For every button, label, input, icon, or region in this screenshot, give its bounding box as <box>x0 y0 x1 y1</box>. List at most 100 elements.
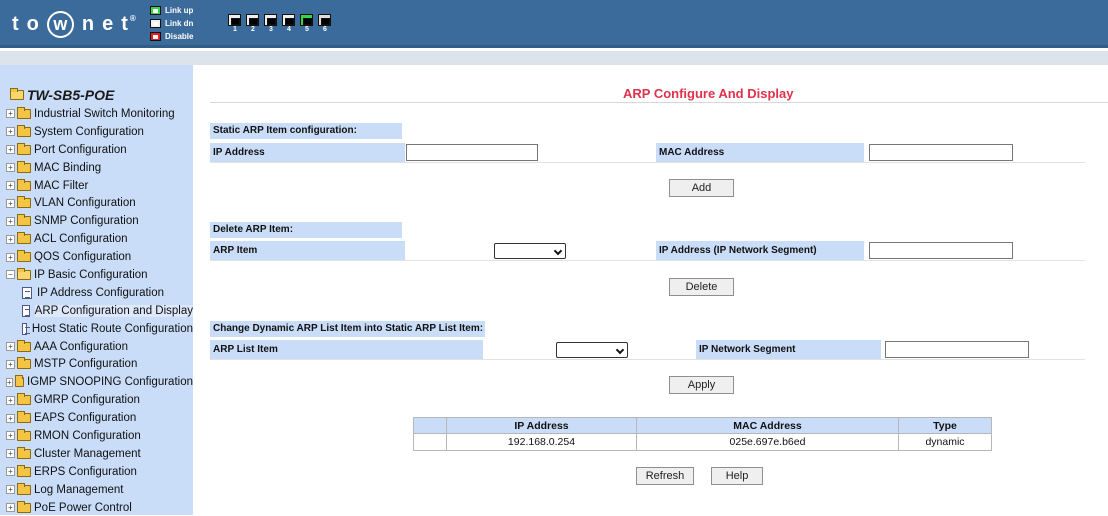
sidebar-item-label: VLAN Configuration <box>34 197 136 210</box>
expand-icon[interactable]: + <box>6 449 15 459</box>
ethernet-port-icon <box>300 14 313 26</box>
sidebar-item-label: PoE Power Control <box>34 501 132 514</box>
expand-icon[interactable]: + <box>6 198 15 208</box>
expand-icon[interactable]: + <box>6 342 15 352</box>
expand-icon[interactable]: + <box>6 431 15 441</box>
port-panel: 1 2 3 4 5 6 <box>228 14 336 34</box>
folder-icon <box>17 142 31 155</box>
sidebar-item-gmrp-configuration[interactable]: + GMRP Configuration <box>0 391 193 409</box>
sidebar-item-ip-address-configuration[interactable]: IP Address Configuration <box>0 284 193 302</box>
sidebar-item-label: IP Basic Configuration <box>34 268 148 281</box>
apply-button[interactable]: Apply <box>669 376 734 394</box>
sidebar-item-qos-configuration[interactable]: + QOS Configuration <box>0 248 193 266</box>
expand-icon[interactable]: + <box>6 413 15 423</box>
expand-icon[interactable]: + <box>6 127 15 137</box>
sidebar-item-mac-binding[interactable]: + MAC Binding <box>0 159 193 177</box>
expand-icon[interactable]: + <box>6 359 15 369</box>
expand-icon[interactable]: + <box>6 503 15 513</box>
port-5[interactable]: 5 <box>300 14 314 34</box>
sidebar-item-system-configuration[interactable]: + System Configuration <box>0 123 193 141</box>
ip-address-label: IP Address <box>210 143 405 162</box>
folder-icon <box>17 393 31 406</box>
sidebar-item-snmp-configuration[interactable]: + SNMP Configuration <box>0 212 193 230</box>
legend-label: Link up <box>165 5 194 15</box>
table-header-row: IP Address MAC Address Type <box>413 417 992 434</box>
disable-icon <box>150 31 161 41</box>
expand-icon[interactable]: + <box>6 252 15 262</box>
folder-icon <box>17 482 31 495</box>
add-button[interactable]: Add <box>669 179 734 197</box>
expand-icon[interactable]: + <box>6 485 15 495</box>
expand-icon[interactable]: + <box>6 216 15 226</box>
sidebar-item-acl-configuration[interactable]: + ACL Configuration <box>0 230 193 248</box>
column-header-select <box>413 417 447 434</box>
legend-link-down: Link dn <box>150 17 193 29</box>
sidebar-item-ip-basic-configuration[interactable]: − IP Basic Configuration <box>0 266 193 284</box>
port-number: 6 <box>323 26 327 33</box>
row-divider <box>210 260 1085 261</box>
sidebar-nav: TW-SB5-POE + Industrial Switch Monitoring… <box>0 65 193 515</box>
change-arp-heading: Change Dynamic ARP List Item into Static… <box>210 321 485 337</box>
help-button[interactable]: Help <box>711 467 763 485</box>
fiber-port-icon <box>318 14 331 26</box>
expand-icon[interactable]: + <box>6 377 13 387</box>
port-3[interactable]: 3 <box>264 14 278 34</box>
port-6[interactable]: 6 <box>318 14 332 34</box>
sidebar-item-cluster-management[interactable]: + Cluster Management <box>0 445 193 463</box>
expand-icon[interactable]: + <box>6 234 15 244</box>
top-banner: to w net ® Link up Link dn Disable 1 2 3… <box>0 0 1108 48</box>
expand-icon[interactable]: + <box>6 467 15 477</box>
sidebar-item-poe-power-control[interactable]: + PoE Power Control <box>0 499 193 516</box>
sidebar-item-eaps-configuration[interactable]: + EAPS Configuration <box>0 409 193 427</box>
device-root[interactable]: TW-SB5-POE <box>10 87 114 103</box>
column-header-ip-address: IP Address <box>446 417 637 434</box>
sidebar-item-vlan-configuration[interactable]: + VLAN Configuration <box>0 194 193 212</box>
sidebar-item-rmon-configuration[interactable]: + RMON Configuration <box>0 427 193 445</box>
sidebar-item-erps-configuration[interactable]: + ERPS Configuration <box>0 463 193 481</box>
port-2[interactable]: 2 <box>246 14 260 34</box>
arp-item-label: ARP Item <box>210 241 405 260</box>
expand-icon[interactable]: + <box>6 181 15 190</box>
folder-open-icon <box>10 88 24 100</box>
column-header-type: Type <box>898 417 992 434</box>
chevron-down-icon <box>615 345 625 355</box>
static-ip-input[interactable] <box>406 144 538 161</box>
sidebar-item-log-management[interactable]: + Log Management <box>0 481 193 499</box>
sidebar-item-arp-configuration-and-display[interactable]: ARP Configuration and Display <box>0 302 193 320</box>
delete-ip-segment-input[interactable] <box>869 242 1013 259</box>
row-divider <box>210 359 1085 360</box>
table-row[interactable]: 192.168.0.254 025e.697e.b6ed dynamic <box>413 433 992 451</box>
device-name: TW-SB5-POE <box>27 87 115 103</box>
sidebar-item-label: ACL Configuration <box>34 233 128 246</box>
sidebar-item-label: AAA Configuration <box>34 340 128 353</box>
folder-icon <box>17 178 31 191</box>
column-header-mac-address: MAC Address <box>636 417 899 434</box>
expand-icon[interactable]: + <box>6 109 15 119</box>
sidebar-item-mstp-configuration[interactable]: + MSTP Configuration <box>0 355 193 373</box>
sidebar-item-label: Host Static Route Configuration <box>31 322 193 335</box>
legend-label: Link dn <box>165 18 194 28</box>
expand-icon[interactable]: + <box>6 145 15 155</box>
row-select-cell[interactable] <box>413 433 447 451</box>
port-1[interactable]: 1 <box>228 14 242 34</box>
sidebar-item-label: Cluster Management <box>34 447 141 460</box>
expand-icon[interactable]: + <box>6 163 15 173</box>
arp-list-item-select[interactable] <box>556 342 628 358</box>
sidebar-item-port-configuration[interactable]: + Port Configuration <box>0 141 193 159</box>
sidebar-item-label: MAC Binding <box>34 161 102 174</box>
logo-text-end: net <box>81 12 136 35</box>
legend-label: Disable <box>165 31 194 41</box>
expand-icon[interactable]: + <box>6 395 15 405</box>
static-mac-input[interactable] <box>869 144 1013 161</box>
refresh-button[interactable]: Refresh <box>636 467 694 485</box>
sidebar-item-aaa-configuration[interactable]: + AAA Configuration <box>0 338 193 356</box>
sidebar-item-host-static-route-configuration[interactable]: Host Static Route Configuration <box>0 320 193 338</box>
change-ip-segment-input[interactable] <box>885 341 1029 358</box>
delete-button[interactable]: Delete <box>669 278 734 296</box>
sidebar-item-mac-filter[interactable]: + MAC Filter <box>0 177 193 195</box>
sidebar-item-igmp-snooping-configuration[interactable]: + IGMP SNOOPING Configuration <box>0 373 193 391</box>
arp-item-select[interactable] <box>494 243 566 259</box>
port-4[interactable]: 4 <box>282 14 296 34</box>
collapse-icon[interactable]: − <box>6 270 15 280</box>
sidebar-item-industrial-switch-monitoring[interactable]: + Industrial Switch Monitoring <box>0 105 193 123</box>
